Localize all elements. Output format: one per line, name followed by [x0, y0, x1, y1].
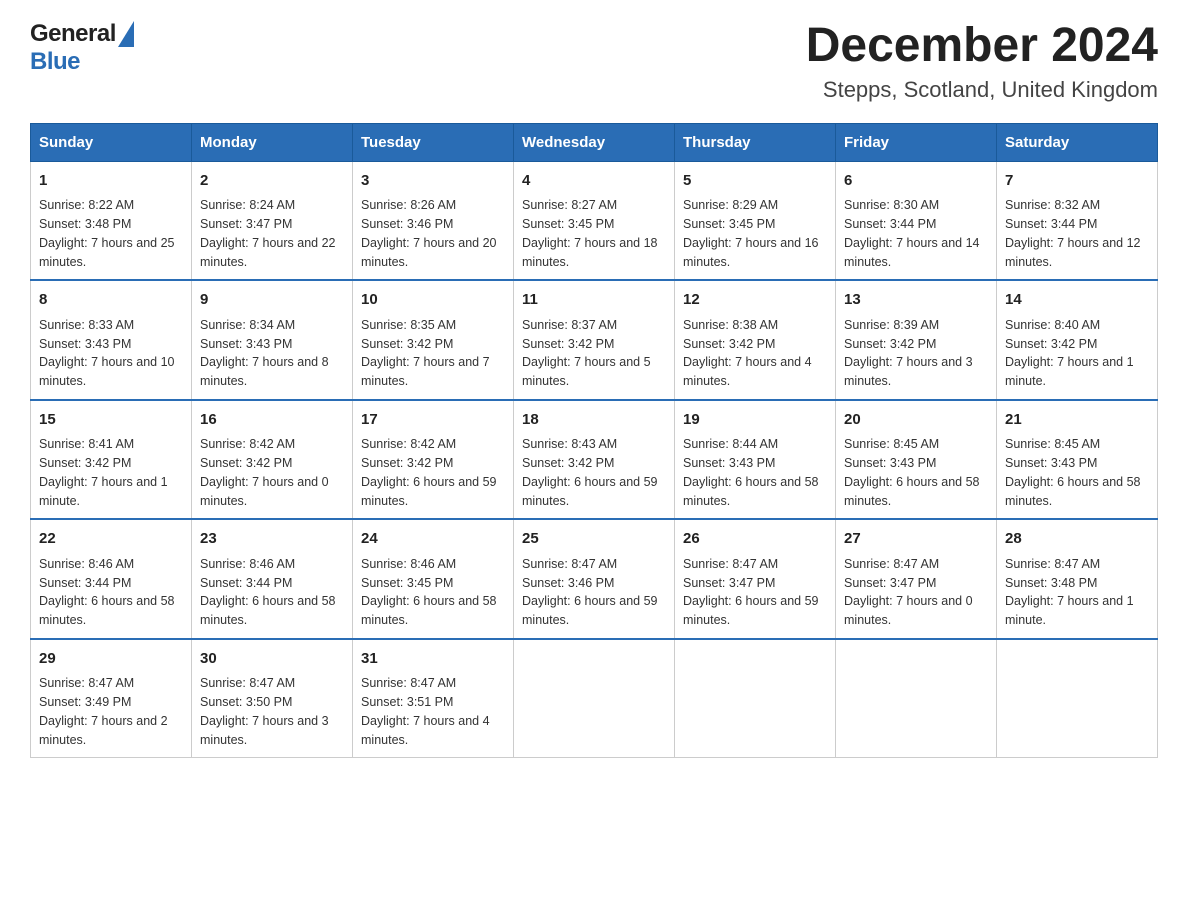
- table-row: 14Sunrise: 8:40 AMSunset: 3:42 PMDayligh…: [997, 280, 1158, 400]
- table-row: 26Sunrise: 8:47 AMSunset: 3:47 PMDayligh…: [675, 519, 836, 639]
- day-number: 14: [1005, 289, 1149, 312]
- day-number: 8: [39, 289, 183, 312]
- table-row: [675, 639, 836, 758]
- table-row: [514, 639, 675, 758]
- day-number: 5: [683, 170, 827, 193]
- table-row: 10Sunrise: 8:35 AMSunset: 3:42 PMDayligh…: [353, 280, 514, 400]
- col-wednesday: Wednesday: [514, 123, 675, 161]
- table-row: 15Sunrise: 8:41 AMSunset: 3:42 PMDayligh…: [31, 400, 192, 520]
- table-row: 18Sunrise: 8:43 AMSunset: 3:42 PMDayligh…: [514, 400, 675, 520]
- day-number: 10: [361, 289, 505, 312]
- table-row: [997, 639, 1158, 758]
- table-row: [836, 639, 997, 758]
- day-number: 22: [39, 528, 183, 551]
- day-number: 3: [361, 170, 505, 193]
- table-row: 25Sunrise: 8:47 AMSunset: 3:46 PMDayligh…: [514, 519, 675, 639]
- day-number: 21: [1005, 409, 1149, 432]
- table-row: 19Sunrise: 8:44 AMSunset: 3:43 PMDayligh…: [675, 400, 836, 520]
- col-sunday: Sunday: [31, 123, 192, 161]
- day-number: 11: [522, 289, 666, 312]
- table-row: 12Sunrise: 8:38 AMSunset: 3:42 PMDayligh…: [675, 280, 836, 400]
- table-row: 4Sunrise: 8:27 AMSunset: 3:45 PMDaylight…: [514, 161, 675, 280]
- table-row: 16Sunrise: 8:42 AMSunset: 3:42 PMDayligh…: [192, 400, 353, 520]
- col-tuesday: Tuesday: [353, 123, 514, 161]
- table-row: 6Sunrise: 8:30 AMSunset: 3:44 PMDaylight…: [836, 161, 997, 280]
- day-number: 23: [200, 528, 344, 551]
- calendar-header-row: Sunday Monday Tuesday Wednesday Thursday…: [31, 123, 1158, 161]
- col-saturday: Saturday: [997, 123, 1158, 161]
- table-row: 5Sunrise: 8:29 AMSunset: 3:45 PMDaylight…: [675, 161, 836, 280]
- day-number: 25: [522, 528, 666, 551]
- day-number: 31: [361, 648, 505, 671]
- logo: General Blue: [30, 20, 134, 76]
- table-row: 17Sunrise: 8:42 AMSunset: 3:42 PMDayligh…: [353, 400, 514, 520]
- day-number: 15: [39, 409, 183, 432]
- table-row: 3Sunrise: 8:26 AMSunset: 3:46 PMDaylight…: [353, 161, 514, 280]
- day-number: 4: [522, 170, 666, 193]
- calendar-table: Sunday Monday Tuesday Wednesday Thursday…: [30, 123, 1158, 759]
- day-number: 24: [361, 528, 505, 551]
- day-number: 1: [39, 170, 183, 193]
- logo-triangle-icon: [118, 21, 134, 47]
- day-number: 16: [200, 409, 344, 432]
- day-number: 7: [1005, 170, 1149, 193]
- day-number: 2: [200, 170, 344, 193]
- day-number: 19: [683, 409, 827, 432]
- table-row: 24Sunrise: 8:46 AMSunset: 3:45 PMDayligh…: [353, 519, 514, 639]
- table-row: 23Sunrise: 8:46 AMSunset: 3:44 PMDayligh…: [192, 519, 353, 639]
- page-title: December 2024: [806, 20, 1158, 73]
- table-row: 29Sunrise: 8:47 AMSunset: 3:49 PMDayligh…: [31, 639, 192, 758]
- day-number: 6: [844, 170, 988, 193]
- table-row: 7Sunrise: 8:32 AMSunset: 3:44 PMDaylight…: [997, 161, 1158, 280]
- table-row: 31Sunrise: 8:47 AMSunset: 3:51 PMDayligh…: [353, 639, 514, 758]
- table-row: 11Sunrise: 8:37 AMSunset: 3:42 PMDayligh…: [514, 280, 675, 400]
- table-row: 13Sunrise: 8:39 AMSunset: 3:42 PMDayligh…: [836, 280, 997, 400]
- logo-blue-text: Blue: [30, 48, 80, 75]
- col-thursday: Thursday: [675, 123, 836, 161]
- table-row: 30Sunrise: 8:47 AMSunset: 3:50 PMDayligh…: [192, 639, 353, 758]
- day-number: 27: [844, 528, 988, 551]
- table-row: 2Sunrise: 8:24 AMSunset: 3:47 PMDaylight…: [192, 161, 353, 280]
- page-header: General Blue December 2024 Stepps, Scotl…: [30, 20, 1158, 103]
- page-subtitle: Stepps, Scotland, United Kingdom: [806, 77, 1158, 103]
- day-number: 30: [200, 648, 344, 671]
- table-row: 22Sunrise: 8:46 AMSunset: 3:44 PMDayligh…: [31, 519, 192, 639]
- table-row: 28Sunrise: 8:47 AMSunset: 3:48 PMDayligh…: [997, 519, 1158, 639]
- title-block: December 2024 Stepps, Scotland, United K…: [806, 20, 1158, 103]
- day-number: 12: [683, 289, 827, 312]
- day-number: 20: [844, 409, 988, 432]
- day-number: 29: [39, 648, 183, 671]
- day-number: 13: [844, 289, 988, 312]
- day-number: 26: [683, 528, 827, 551]
- col-friday: Friday: [836, 123, 997, 161]
- table-row: 20Sunrise: 8:45 AMSunset: 3:43 PMDayligh…: [836, 400, 997, 520]
- table-row: 9Sunrise: 8:34 AMSunset: 3:43 PMDaylight…: [192, 280, 353, 400]
- table-row: 21Sunrise: 8:45 AMSunset: 3:43 PMDayligh…: [997, 400, 1158, 520]
- col-monday: Monday: [192, 123, 353, 161]
- day-number: 9: [200, 289, 344, 312]
- day-number: 18: [522, 409, 666, 432]
- table-row: 8Sunrise: 8:33 AMSunset: 3:43 PMDaylight…: [31, 280, 192, 400]
- day-number: 28: [1005, 528, 1149, 551]
- logo-general-text: General: [30, 20, 116, 48]
- day-number: 17: [361, 409, 505, 432]
- table-row: 27Sunrise: 8:47 AMSunset: 3:47 PMDayligh…: [836, 519, 997, 639]
- table-row: 1Sunrise: 8:22 AMSunset: 3:48 PMDaylight…: [31, 161, 192, 280]
